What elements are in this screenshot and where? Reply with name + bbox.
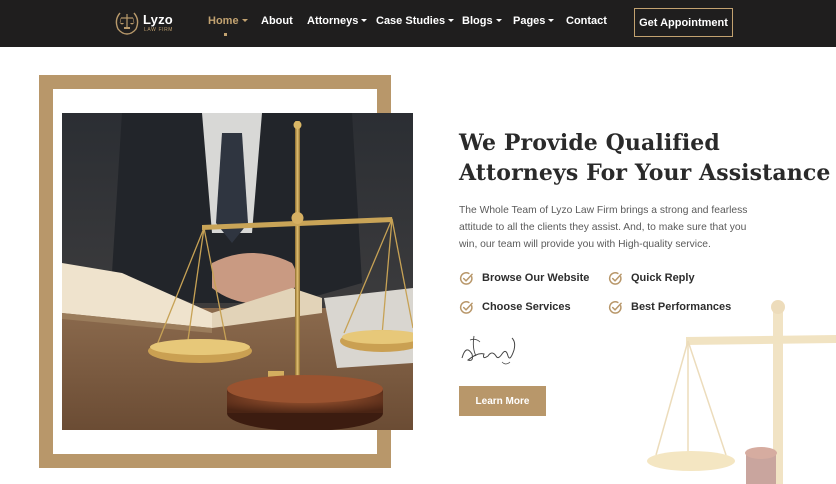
nav-item-label: Blogs [462, 15, 493, 27]
check-circle-icon [459, 300, 473, 314]
learn-more-button[interactable]: Learn More [459, 386, 546, 416]
brand-tagline: LAW FIRM [144, 27, 174, 33]
feature-item: Choose Services [459, 299, 571, 315]
scales-laurel-logo-icon [115, 12, 139, 35]
chevron-down-icon [448, 19, 455, 22]
brand-name: Lyzo [143, 12, 173, 27]
nav-item-home[interactable]: Home [208, 15, 248, 27]
nav-item-label: About [261, 15, 293, 27]
decorative-scales-image [647, 300, 836, 484]
nav-item-contact[interactable]: Contact [566, 15, 607, 27]
scales-photo-illustration [62, 113, 413, 430]
nav-item-about[interactable]: About [261, 15, 293, 27]
signature-image [461, 335, 516, 365]
nav-item-case-studies[interactable]: Case Studies [376, 15, 455, 27]
top-navbar: Lyzo LAW FIRM Home About Attorneys Case … [0, 0, 836, 47]
feature-label: Quick Reply [631, 272, 695, 284]
section-heading: We Provide Qualified Attorneys For Your … [459, 128, 831, 188]
feature-item: Quick Reply [608, 270, 695, 286]
feature-item: Browse Our Website [459, 270, 589, 286]
chevron-down-icon [495, 19, 502, 22]
nav-item-label: Home [208, 15, 239, 27]
nav-item-label: Case Studies [376, 15, 446, 27]
check-circle-icon [608, 300, 622, 314]
active-indicator [224, 33, 227, 36]
check-circle-icon [608, 271, 622, 285]
brand-logo[interactable]: Lyzo LAW FIRM [112, 8, 174, 36]
chevron-down-icon [241, 19, 248, 22]
heading-line-2: Attorneys For Your Assistance [459, 160, 831, 186]
nav-item-label: Attorneys [307, 15, 359, 27]
chevron-down-icon [548, 19, 555, 22]
get-appointment-button[interactable]: Get Appointment [634, 8, 733, 37]
scales-of-justice-photo [62, 113, 413, 430]
nav-item-attorneys[interactable]: Attorneys [307, 15, 368, 27]
heading-line-1: We Provide Qualified [459, 130, 720, 156]
nav-item-blogs[interactable]: Blogs [462, 15, 502, 27]
section-description: The Whole Team of Lyzo Law Firm brings a… [459, 205, 748, 250]
nav-item-label: Pages [513, 15, 546, 27]
feature-label: Choose Services [482, 301, 571, 313]
check-circle-icon [459, 271, 473, 285]
chevron-down-icon [361, 19, 368, 22]
feature-label: Browse Our Website [482, 272, 590, 284]
nav-item-label: Contact [566, 15, 607, 27]
nav-item-pages[interactable]: Pages [513, 15, 555, 27]
